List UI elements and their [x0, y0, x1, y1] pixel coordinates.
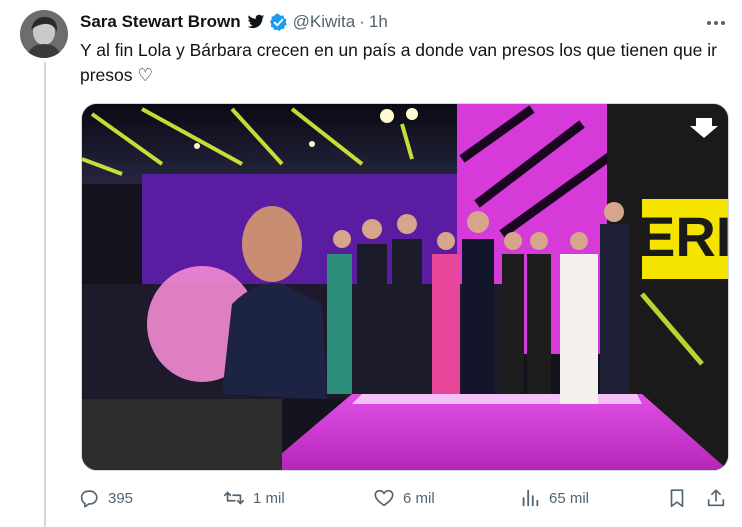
retweet-count: 1 mil: [253, 489, 285, 507]
reply-count: 395: [108, 489, 134, 507]
tweet-time[interactable]: 1h: [369, 12, 388, 32]
reply-icon: [80, 490, 98, 508]
tweet-text: Y al fin Lola y Bárbara crecen en un paí…: [80, 40, 717, 85]
like-button[interactable]: 6 mil: [373, 483, 435, 513]
verified-badge-icon: [269, 13, 287, 31]
views-count: 65 mil: [549, 489, 590, 507]
more-options-button[interactable]: [704, 11, 728, 35]
stage-scene-image: ERI: [82, 104, 728, 470]
bookmark-icon: [670, 489, 684, 508]
action-bar: 395 1 mil 6 mil 65 mil: [78, 483, 732, 513]
bird-icon: [247, 14, 264, 29]
retweet-icon: [224, 491, 244, 505]
reply-button[interactable]: 395: [78, 483, 133, 513]
retweet-button[interactable]: 1 mil: [223, 483, 285, 513]
like-count: 6 mil: [403, 489, 435, 507]
more-dots-icon: [707, 21, 725, 25]
author-handle[interactable]: @Kiwita: [293, 12, 356, 32]
stage-sign-text: ERI: [638, 205, 728, 268]
share-button[interactable]: [705, 483, 727, 513]
separator-dot: ·: [359, 12, 365, 31]
heart-icon: [374, 489, 394, 507]
avatar-photo: [20, 10, 68, 58]
thread-line: [44, 62, 46, 527]
avatar[interactable]: [20, 10, 68, 58]
views-chart-icon: [522, 489, 539, 507]
tweet-header: Sara Stewart Brown @Kiwita · 1h: [80, 11, 388, 33]
author-name[interactable]: Sara Stewart Brown: [80, 12, 241, 32]
tweet-media-video[interactable]: ERI: [81, 103, 729, 471]
views-button[interactable]: 65 mil: [519, 483, 589, 513]
share-icon: [707, 489, 725, 507]
bookmark-button[interactable]: [666, 483, 688, 513]
